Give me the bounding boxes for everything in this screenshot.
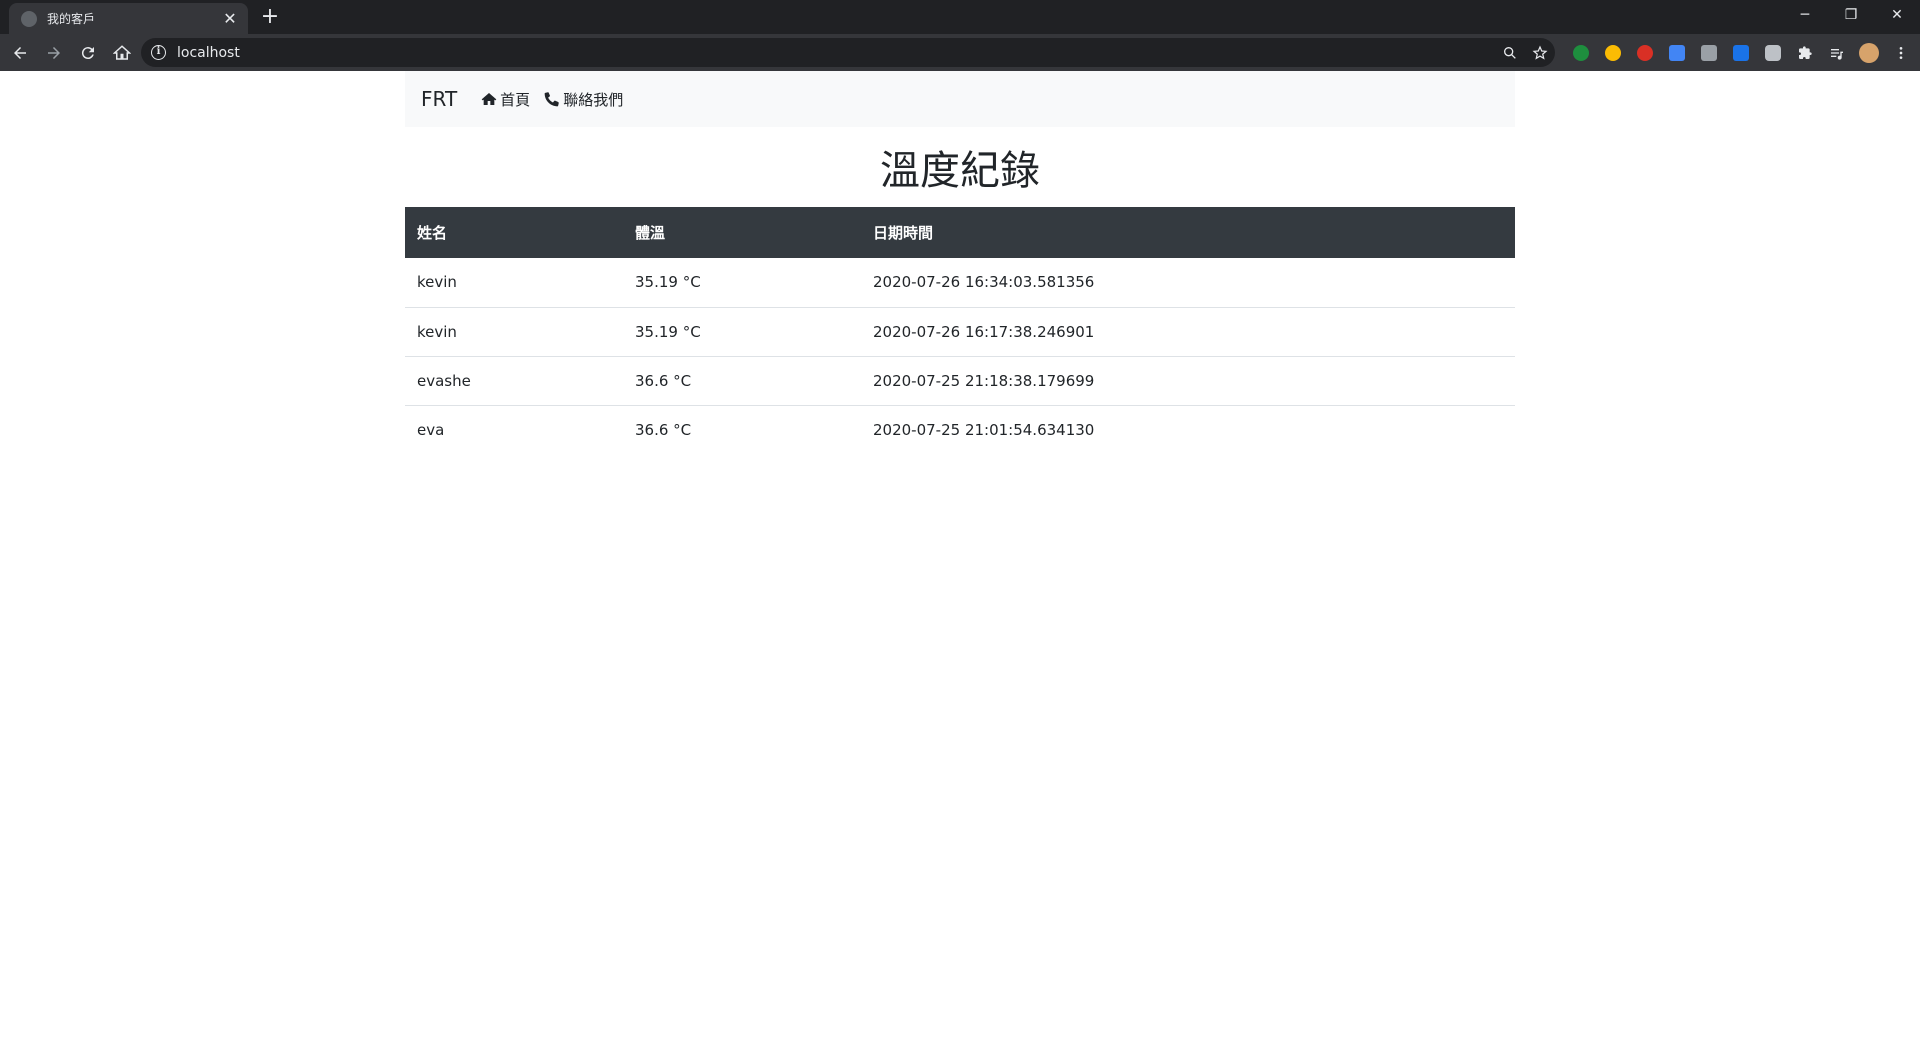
nav-link-contact[interactable]: 聯絡我們 [544, 89, 623, 110]
reload-button[interactable] [74, 39, 102, 67]
red-extension-icon[interactable] [1629, 38, 1661, 67]
header-name: 姓名 [405, 207, 623, 258]
forward-button[interactable] [40, 39, 68, 67]
home-button[interactable] [108, 39, 136, 67]
chrome-extension-icon[interactable] [1597, 38, 1629, 67]
table-header-row: 姓名 體溫 日期時間 [405, 207, 1515, 258]
restore-button[interactable]: ❐ [1828, 0, 1874, 30]
nav-link-home[interactable]: 首頁 [481, 89, 530, 110]
header-datetime: 日期時間 [861, 207, 1515, 258]
page-container: FRT 首頁 聯絡我們 溫度紀錄 姓名 體溫 日期時間 kevin 35.19 … [405, 71, 1515, 454]
reading-list-icon[interactable] [1821, 38, 1853, 67]
arrow-left-icon [14, 46, 26, 59]
bookmark-star-icon[interactable] [1525, 38, 1555, 67]
zoom-icon[interactable] [1495, 38, 1525, 67]
cell-name: eva [405, 404, 623, 454]
translate-extension-icon[interactable] [1661, 38, 1693, 67]
line-extension-icon[interactable] [1757, 38, 1789, 67]
nav-link-contact-label: 聯絡我們 [563, 90, 624, 109]
extensions-area [1565, 38, 1917, 67]
address-bar[interactable]: i localhost [141, 38, 1555, 67]
browser-tab[interactable]: 我的客戶 ✕ [9, 3, 248, 34]
phone-icon [544, 92, 559, 107]
browser-toolbar: i localhost [0, 34, 1920, 71]
cell-datetime: 2020-07-25 21:18:38.179699 [861, 355, 1515, 405]
profile-avatar[interactable] [1853, 38, 1885, 67]
table-row: kevin 35.19 °C 2020-07-26 16:17:38.24690… [405, 306, 1515, 356]
tab-title: 我的客戶 [47, 12, 96, 26]
close-window-button[interactable]: ✕ [1874, 0, 1920, 30]
reload-icon [81, 46, 94, 59]
cell-datetime: 2020-07-26 16:34:03.581356 [873, 273, 1095, 292]
cell-datetime: 2020-07-26 16:17:38.246901 [861, 306, 1515, 356]
drive-extension-icon[interactable] [1693, 38, 1725, 67]
tab-close-icon[interactable]: ✕ [222, 10, 238, 27]
cell-temperature: 36.6 °C [623, 355, 861, 405]
info-icon[interactable]: i [151, 45, 166, 60]
url-text[interactable]: localhost [177, 45, 1495, 61]
window-controls: ─ ❐ ✕ [1782, 0, 1920, 30]
page-title: 溫度紀錄 [880, 148, 1040, 194]
minimize-button[interactable]: ─ [1782, 0, 1828, 30]
nav-link-home-label: 首頁 [500, 90, 531, 109]
header-temperature: 體溫 [623, 207, 861, 258]
new-tab-button[interactable]: + [258, 6, 282, 30]
home-icon [481, 93, 497, 105]
table-row: eva 36.6 °C 2020-07-25 21:01:54.634130 [405, 404, 1515, 454]
site-navbar: FRT 首頁 聯絡我們 [405, 71, 1515, 127]
cell-temperature: 35.19 °C [623, 306, 861, 356]
cell-temperature: 36.6 °C [623, 404, 861, 454]
check-extension-icon[interactable] [1565, 38, 1597, 67]
arrow-right-icon [48, 46, 60, 59]
table-row: kevin 35.19 °C 2020-07-26 16:34:03.58135… [405, 258, 1515, 307]
blue-hex-extension-icon[interactable] [1725, 38, 1757, 67]
navbar-brand[interactable]: FRT [421, 87, 457, 111]
table-row: evashe 36.6 °C 2020-07-25 21:18:38.17969… [405, 355, 1515, 405]
temperature-table: 姓名 體溫 日期時間 kevin 35.19 °C 2020-07-26 16:… [405, 207, 1515, 454]
cell-name: kevin [405, 306, 623, 356]
menu-kebab-icon[interactable] [1885, 38, 1917, 67]
globe-icon [21, 10, 37, 27]
cell-name: kevin [417, 273, 457, 292]
back-button[interactable] [6, 39, 34, 67]
cell-datetime: 2020-07-25 21:01:54.634130 [861, 404, 1515, 454]
home-outline-icon [113, 44, 131, 60]
puzzle-extension-icon[interactable] [1789, 38, 1821, 67]
browser-tabstrip: 我的客戶 ✕ + ─ ❐ ✕ [0, 0, 1920, 34]
cell-name: evashe [405, 355, 623, 405]
cell-temperature: 35.19 °C [635, 273, 701, 292]
